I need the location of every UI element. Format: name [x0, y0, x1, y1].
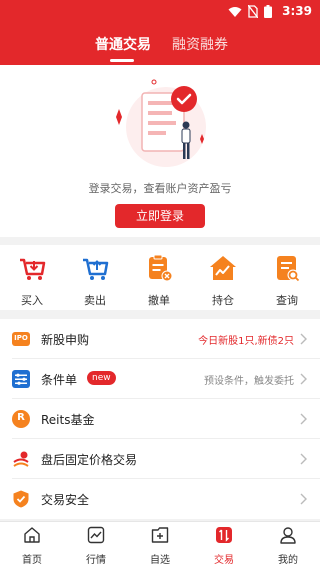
query-icon: [277, 256, 300, 282]
trade-tabs: 普通交易 融资融券: [0, 30, 320, 65]
cancel-order-icon: [149, 254, 173, 282]
quick-label-cancel: 撤单: [148, 294, 170, 307]
login-button[interactable]: 立即登录: [115, 204, 205, 228]
chevron-right-icon: [300, 453, 307, 465]
nav-label-profile: 我的: [278, 555, 298, 566]
menu-ipo-subscription[interactable]: IPO 新股申购 今日新股1只,新债2只: [0, 319, 320, 359]
active-tab-indicator: [110, 59, 134, 62]
quick-cancel-order[interactable]: 撤单: [134, 253, 184, 308]
new-badge: new: [87, 371, 116, 385]
quick-label-query: 查询: [276, 294, 298, 307]
nav-label-home: 首页: [22, 555, 42, 566]
menu-title: 条件单: [41, 373, 78, 387]
login-hint-text: 登录交易，查看账户资产盈亏: [88, 182, 232, 195]
menu-title: 盘后固定价格交易: [41, 453, 138, 467]
security-shield-icon: [13, 490, 29, 508]
chevron-right-icon: [300, 413, 307, 425]
nav-trade[interactable]: 交易: [192, 526, 256, 566]
menu-condition-order[interactable]: 条件单 new 预设条件，触发委托: [0, 359, 320, 399]
quick-actions: 买入 卖出 撤单 持仓 查询: [0, 245, 320, 310]
watchlist-icon: [151, 527, 169, 543]
login-illustration: [116, 79, 206, 167]
tab-normal-trade[interactable]: 普通交易: [95, 34, 151, 54]
tab-margin-trade[interactable]: 融资融券: [172, 34, 228, 54]
nav-label-watchlist: 自选: [150, 555, 170, 566]
nav-watchlist[interactable]: 自选: [128, 526, 192, 566]
quick-sell[interactable]: 卖出: [70, 253, 120, 308]
chevron-right-icon: [300, 333, 307, 345]
chevron-right-icon: [300, 373, 307, 385]
position-chart-icon: [210, 256, 236, 280]
trade-icon: [216, 527, 232, 543]
menu-title: 新股申购: [41, 333, 90, 347]
chevron-right-icon: [300, 493, 307, 505]
header-bar: 3:39 普通交易 融资融券: [0, 0, 320, 65]
battery-icon: [264, 5, 272, 18]
menu-title: 交易安全: [41, 493, 90, 507]
market-icon: [87, 526, 105, 544]
nav-home[interactable]: 首页: [0, 526, 64, 566]
no-sim-icon: [248, 5, 258, 18]
menu-title: Reits基金: [41, 413, 95, 427]
wifi-icon: [228, 6, 242, 17]
profile-icon: [280, 527, 296, 544]
ipo-icon-text: IPO: [14, 334, 28, 342]
menu-reits-fund[interactable]: R Reits基金: [0, 399, 320, 439]
bottom-nav: 首页 行情 自选 交易 我的: [0, 521, 320, 568]
status-icons: [228, 5, 272, 18]
menu-after-hours-trade[interactable]: 盘后固定价格交易: [0, 439, 320, 479]
menu-ipo-status: 今日新股1只,新债2只: [198, 336, 294, 347]
status-bar: 3:39: [0, 0, 320, 24]
status-time: 3:39: [282, 4, 312, 18]
trade-menu-list: IPO 新股申购 今日新股1只,新债2只 条件单 new 预设条件，触发委托 R…: [0, 319, 320, 519]
quick-label-position: 持仓: [212, 294, 234, 307]
nav-profile[interactable]: 我的: [256, 526, 320, 566]
menu-condition-desc: 预设条件，触发委托: [204, 376, 294, 387]
nav-label-market: 行情: [86, 555, 106, 566]
after-hours-icon: [13, 451, 29, 467]
condition-order-icon: [12, 370, 30, 388]
nav-label-trade: 交易: [214, 555, 234, 566]
quick-buy[interactable]: 买入: [7, 253, 57, 308]
nav-market[interactable]: 行情: [64, 526, 128, 566]
quick-label-sell: 卖出: [84, 294, 106, 307]
reits-icon-text: R: [17, 412, 25, 423]
menu-trade-security[interactable]: 交易安全: [0, 479, 320, 519]
quick-position[interactable]: 持仓: [198, 253, 248, 308]
quick-query[interactable]: 查询: [262, 253, 312, 308]
quick-label-buy: 买入: [21, 294, 43, 307]
cart-sell-icon: [83, 258, 109, 280]
login-card: 登录交易，查看账户资产盈亏 立即登录: [0, 65, 320, 237]
cart-buy-icon: [20, 258, 46, 280]
home-icon: [24, 527, 40, 543]
